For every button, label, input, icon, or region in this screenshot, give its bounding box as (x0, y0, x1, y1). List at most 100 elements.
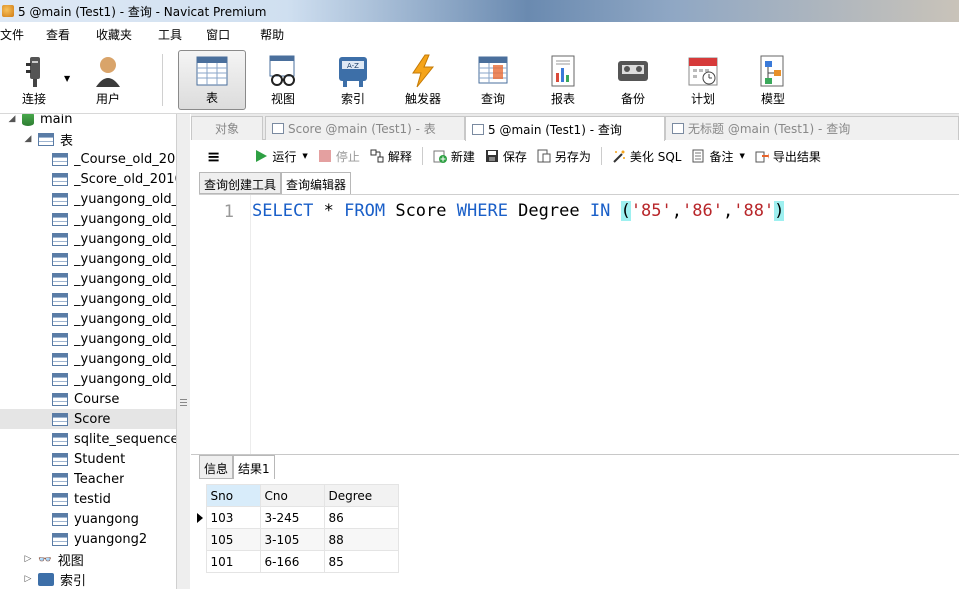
grid-cell[interactable]: 101 (205, 550, 261, 573)
tab-score-table[interactable]: Score @main (Test1) - 表 (265, 116, 465, 140)
stop-label: 停止 (335, 149, 360, 164)
export-results-button[interactable]: 导出结果 (755, 148, 821, 165)
menu-window[interactable]: 窗口 (206, 26, 260, 43)
tree-table-item[interactable]: Score (0, 409, 176, 429)
tree-table-label: _yuangong_old_20 (74, 291, 176, 307)
tab-query-builder[interactable]: 查询创建工具 (199, 172, 282, 194)
row-marker (194, 550, 206, 573)
tree-scrollbar[interactable] (176, 114, 190, 589)
backup-button[interactable]: 备份 (599, 50, 667, 110)
model-button[interactable]: 模型 (739, 50, 807, 110)
run-button[interactable]: 运行 ▼ (254, 148, 308, 165)
column-header-sno[interactable]: Sno (205, 484, 261, 507)
tree-table-item[interactable]: _yuangong_old_20 (0, 249, 176, 269)
tree-table-item[interactable]: Teacher (0, 469, 176, 489)
expand-icon[interactable]: ▷ (24, 555, 32, 564)
collapse-icon[interactable]: ◢ (8, 115, 16, 124)
tree-table-item[interactable]: _yuangong_old_20 (0, 209, 176, 229)
tab-result1[interactable]: 结果1 (233, 455, 275, 479)
sql-star: * (313, 201, 345, 221)
tree-table-item[interactable]: testid (0, 489, 176, 509)
tree-table-item[interactable]: _yuangong_old_20 (0, 369, 176, 389)
result-grid[interactable]: Sno Cno Degree 103 3-245 86 105 3-105 88 101 6-… (194, 484, 399, 573)
tree-table-item[interactable]: sqlite_sequence (0, 429, 176, 449)
grid-cell[interactable]: 103 (205, 506, 261, 529)
grid-cell[interactable]: 3-245 (259, 506, 325, 529)
row-marker (194, 528, 206, 551)
tree-table-item[interactable]: _yuangong_old_20 (0, 229, 176, 249)
stop-button[interactable]: 停止 (318, 148, 360, 165)
table-icon (52, 272, 68, 286)
tree-views-folder[interactable]: ▷ 👓 视图 (24, 549, 176, 569)
tab-query-5[interactable]: 5 @main (Test1) - 查询 (465, 116, 665, 141)
grid-cell[interactable]: 88 (323, 528, 399, 551)
tree-tables-folder[interactable]: ◢ 表 (24, 129, 176, 149)
table-row[interactable]: 103 3-245 86 (194, 506, 399, 529)
menu-file[interactable]: 文件 (0, 26, 46, 43)
table-row[interactable]: 101 6-166 85 (194, 550, 399, 573)
tree-table-item[interactable]: _yuangong_old_20 (0, 309, 176, 329)
trigger-button[interactable]: 触发器 (389, 50, 457, 110)
tab-info[interactable]: 信息 (199, 455, 234, 479)
menu-help[interactable]: 帮助 (260, 26, 297, 43)
chevron-down-icon[interactable]: ▼ (64, 74, 70, 83)
sql-editor[interactable]: 1 SELECT * FROM Score WHERE Degree IN ('… (199, 194, 959, 455)
menu-icon[interactable]: ≡ (207, 147, 220, 166)
menu-tools[interactable]: 工具 (158, 26, 206, 43)
index-button[interactable]: A-Z 索引 (319, 50, 387, 110)
chevron-down-icon[interactable]: ▼ (739, 152, 744, 160)
column-header-cno[interactable]: Cno (259, 484, 325, 507)
tree-table-item[interactable]: Course (0, 389, 176, 409)
grid-cell[interactable]: 6-166 (259, 550, 325, 573)
schedule-calendar-icon (685, 53, 721, 89)
grid-cell[interactable]: 85 (323, 550, 399, 573)
note-button[interactable]: 备注 ▼ (691, 148, 745, 165)
collapse-icon[interactable]: ◢ (24, 135, 32, 144)
tree-table-item[interactable]: _yuangong_old_20 (0, 349, 176, 369)
query-icon (672, 123, 684, 134)
tree-table-item[interactable]: _yuangong_old_20 (0, 289, 176, 309)
schedule-button[interactable]: 计划 (669, 50, 737, 110)
tab-untitled-query[interactable]: 无标题 @main (Test1) - 查询 (665, 116, 959, 140)
grid-cell[interactable]: 105 (205, 528, 261, 551)
view-button[interactable]: 视图 (249, 50, 317, 110)
menu-view[interactable]: 查看 (46, 26, 96, 43)
tree-table-item[interactable]: yuangong (0, 509, 176, 529)
new-button[interactable]: 新建 (433, 148, 475, 165)
save-as-button[interactable]: 另存为 (537, 148, 591, 165)
table-icon (52, 172, 68, 186)
table-button[interactable]: 表 (178, 50, 246, 110)
expand-icon[interactable]: ▷ (24, 575, 32, 584)
tab-objects[interactable]: 对象 (191, 116, 263, 140)
sql-comma: , (671, 201, 683, 221)
connect-button[interactable]: 连接 ▼ (0, 50, 70, 110)
tree-table-item[interactable]: _yuangong_old_20 (0, 329, 176, 349)
column-header-degree[interactable]: Degree (323, 484, 399, 507)
tree-table-item[interactable]: _Score_old_20160 (0, 169, 176, 189)
scroll-grip[interactable] (180, 399, 187, 407)
tree-table-item[interactable]: yuangong2 (0, 529, 176, 549)
tree-table-item[interactable]: _yuangong_old_20 (0, 189, 176, 209)
table-icon (272, 123, 284, 134)
tree-table-item[interactable]: _yuangong_old_20 (0, 269, 176, 289)
tree-table-item[interactable]: _Course_old_2016 (0, 149, 176, 169)
tab-query-editor[interactable]: 查询编辑器 (281, 172, 352, 194)
explain-button[interactable]: 解释 (370, 148, 412, 165)
report-button[interactable]: 报表 (529, 50, 597, 110)
main-area: 对象 Score @main (Test1) - 表 5 @main (Test… (191, 114, 959, 589)
user-button[interactable]: 用户 (74, 50, 142, 110)
query-button[interactable]: 查询 (459, 50, 527, 110)
menu-favorites[interactable]: 收藏夹 (96, 26, 158, 43)
table-row[interactable]: 105 3-105 88 (194, 528, 399, 551)
query-icon (472, 123, 484, 135)
tree-indexes-folder[interactable]: ▷ 索引 (24, 569, 176, 589)
save-as-icon (537, 149, 551, 163)
grid-cell[interactable]: 3-105 (259, 528, 325, 551)
tree-table-item[interactable]: Student (0, 449, 176, 469)
chevron-down-icon[interactable]: ▼ (302, 152, 307, 160)
sql-code[interactable]: SELECT * FROM Score WHERE Degree IN ('85… (252, 201, 785, 221)
beautify-sql-button[interactable]: 美化 SQL (612, 148, 681, 165)
tree-db-main[interactable]: ◢ main (8, 114, 176, 129)
save-button[interactable]: 保存 (485, 148, 527, 165)
grid-cell[interactable]: 86 (323, 506, 399, 529)
